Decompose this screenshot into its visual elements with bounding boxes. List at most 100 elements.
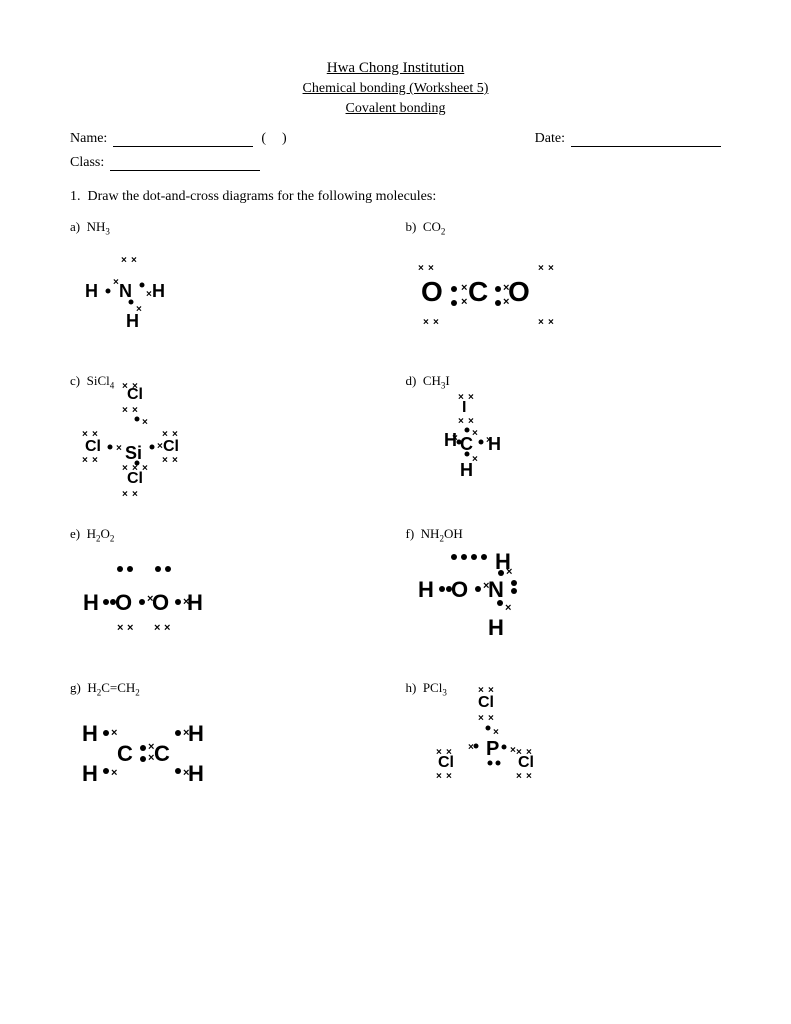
svg-text:×: × xyxy=(468,416,474,427)
svg-text:×: × xyxy=(538,317,544,328)
worksheet-subtitle: Chemical bonding (Worksheet 5) xyxy=(70,81,721,97)
svg-text:×: × xyxy=(436,771,442,782)
name-line xyxy=(113,131,253,147)
svg-text:×: × xyxy=(418,263,424,274)
mol-label-f: f) NH2OH xyxy=(406,526,722,544)
svg-text:×: × xyxy=(423,317,429,328)
svg-text:×: × xyxy=(433,317,439,328)
molecule-co2: b) CO2 × × × × O × × xyxy=(406,219,722,343)
svg-text:×: × xyxy=(82,455,88,466)
svg-text:H: H xyxy=(85,281,98,301)
svg-text:×: × xyxy=(452,433,458,444)
svg-text:I: I xyxy=(462,399,466,416)
svg-text:×: × xyxy=(92,455,98,466)
svg-text:Cl: Cl xyxy=(478,694,494,711)
svg-text:Cl: Cl xyxy=(127,470,143,487)
svg-text:N: N xyxy=(488,577,504,602)
molecules-grid: a) NH3 H × N × × xyxy=(70,219,721,823)
svg-text:Cl: Cl xyxy=(127,386,143,403)
svg-text:×: × xyxy=(132,405,138,416)
paren-close: ) xyxy=(282,131,287,147)
molecule-ch3i: d) CH3I × × I × × × C xyxy=(406,373,722,497)
svg-text:×: × xyxy=(468,742,474,753)
svg-text:×: × xyxy=(516,771,522,782)
svg-text:×: × xyxy=(131,255,137,266)
mol-label-g: g) H2C=CH2 xyxy=(70,680,386,698)
svg-text:Cl: Cl xyxy=(438,754,454,771)
mol-label-e: e) H2O2 xyxy=(70,526,386,544)
svg-text:H: H xyxy=(188,721,204,746)
svg-text:H: H xyxy=(152,281,165,301)
diagram-nh2oh: H O × N xyxy=(406,550,722,650)
diagram-sicl4: × × Cl × × × × × Cl × × xyxy=(70,396,386,496)
name-row: Name: ( ) Date: xyxy=(70,131,721,147)
svg-text:Cl: Cl xyxy=(85,438,101,455)
svg-text:H: H xyxy=(82,761,98,786)
svg-text:H: H xyxy=(187,590,203,615)
molecule-nh3: a) NH3 H × N × × xyxy=(70,219,386,343)
diagram-h2c-ch2: H × H × C × xyxy=(70,703,386,803)
svg-text:×: × xyxy=(122,489,128,500)
molecule-pcl3: h) PCl3 × × Cl × × × P xyxy=(406,680,722,804)
svg-text:×: × xyxy=(121,255,127,266)
svg-text:O: O xyxy=(451,577,468,602)
svg-text:H: H xyxy=(488,615,504,640)
svg-text:Cl: Cl xyxy=(518,754,534,771)
molecule-sicl4: c) SiCl4 × × Cl × × × × × xyxy=(70,373,386,497)
name-label: Name: xyxy=(70,131,107,147)
svg-text:×: × xyxy=(488,713,494,724)
svg-text:H: H xyxy=(82,721,98,746)
svg-text:Cl: Cl xyxy=(163,438,179,455)
diagram-nh3: H × N × × × H xyxy=(70,243,386,343)
class-line xyxy=(110,155,260,171)
svg-text:×: × xyxy=(136,304,142,315)
svg-text:C: C xyxy=(117,741,133,766)
svg-text:O: O xyxy=(421,276,443,307)
svg-text:×: × xyxy=(458,416,464,427)
svg-text:H: H xyxy=(488,434,501,454)
svg-text:Si: Si xyxy=(125,443,142,463)
svg-text:N: N xyxy=(119,281,132,301)
svg-text:×: × xyxy=(142,417,148,428)
svg-text:×: × xyxy=(172,455,178,466)
topic-title: Covalent bonding xyxy=(70,101,721,117)
svg-text:×: × xyxy=(493,727,499,738)
class-label: Class: xyxy=(70,155,104,171)
svg-text:×: × xyxy=(478,713,484,724)
svg-text:×: × xyxy=(548,317,554,328)
svg-text:×: × xyxy=(122,405,128,416)
svg-text:×: × xyxy=(548,263,554,274)
svg-text:O: O xyxy=(152,590,169,615)
header: Hwa Chong Institution Chemical bonding (… xyxy=(70,60,721,117)
mol-label-a: a) NH3 xyxy=(70,219,386,237)
mol-label-b: b) CO2 xyxy=(406,219,722,237)
svg-text:×: × xyxy=(154,622,160,634)
molecule-h2c-ch2: g) H2C=CH2 H × H × C xyxy=(70,680,386,804)
svg-text:×: × xyxy=(428,263,434,274)
svg-text:H: H xyxy=(188,761,204,786)
svg-text:H: H xyxy=(83,590,99,615)
svg-text:×: × xyxy=(446,771,452,782)
svg-text:C: C xyxy=(460,434,473,454)
svg-text:×: × xyxy=(461,296,467,308)
svg-text:O: O xyxy=(115,590,132,615)
diagram-co2: × × × × O × × C xyxy=(406,243,722,343)
svg-text:×: × xyxy=(461,282,467,294)
svg-text:H: H xyxy=(495,549,511,574)
svg-text:C: C xyxy=(154,741,170,766)
svg-text:×: × xyxy=(116,443,122,454)
question1-text: 1. Draw the dot-and-cross diagrams for t… xyxy=(70,189,721,205)
molecule-nh2oh: f) NH2OH H O xyxy=(406,526,722,650)
date-section: Date: xyxy=(535,131,721,147)
svg-text:×: × xyxy=(111,727,117,739)
date-line xyxy=(571,131,721,147)
molecule-h2o2: e) H2O2 H O × xyxy=(70,526,386,650)
institution-title: Hwa Chong Institution xyxy=(70,60,721,77)
svg-text:H: H xyxy=(418,577,434,602)
date-label: Date: xyxy=(535,131,565,147)
diagram-ch3i: × × I × × × C H × xyxy=(406,396,722,496)
svg-text:×: × xyxy=(162,455,168,466)
svg-text:×: × xyxy=(117,622,123,634)
paren-open: ( xyxy=(261,131,266,147)
svg-text:×: × xyxy=(538,263,544,274)
